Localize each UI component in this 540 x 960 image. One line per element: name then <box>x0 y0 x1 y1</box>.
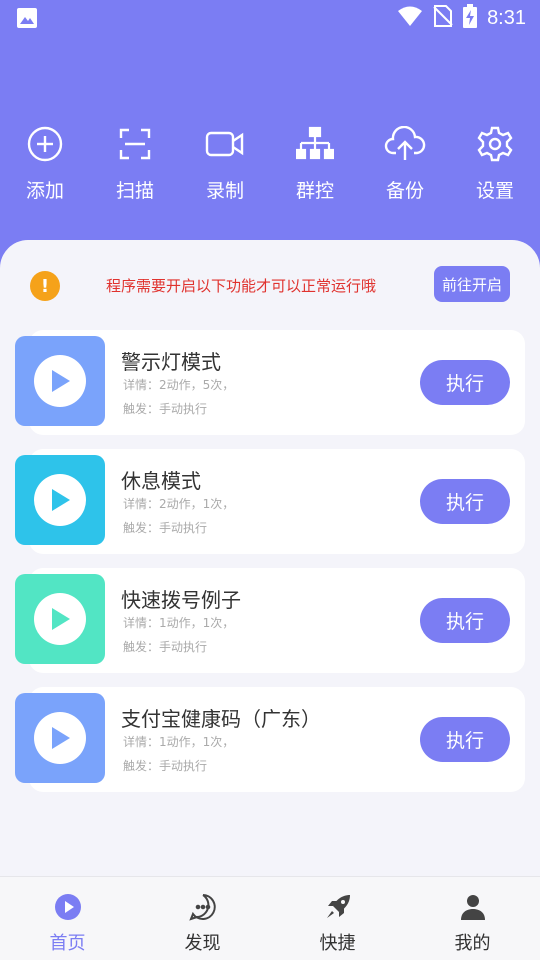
play-icon <box>34 712 86 764</box>
permission-notice: ! 程序需要开启以下功能才可以正常运行哦 前往开启 <box>0 258 540 314</box>
user-icon <box>458 892 488 922</box>
execute-button[interactable]: 执行 <box>420 717 510 762</box>
image-notification-icon <box>16 7 38 29</box>
tool-group-control-button[interactable]: 群控 <box>270 122 360 208</box>
task-detail: 详情：1动作，1次， <box>123 735 235 749</box>
task-trigger: 触发：手动执行 <box>123 640 208 654</box>
no-sim-icon <box>433 4 453 32</box>
task-card[interactable]: 快速拨号例子 详情：1动作，1次， 触发：手动执行 执行 <box>15 568 525 673</box>
status-time: 8:31 <box>487 6 526 29</box>
warning-icon: ! <box>30 271 60 301</box>
execute-button[interactable]: 执行 <box>420 598 510 643</box>
gear-icon <box>473 122 517 166</box>
tool-label: 添加 <box>25 180 64 202</box>
nav-label: 首页 <box>49 933 86 954</box>
tool-add-button[interactable]: 添加 <box>0 122 90 208</box>
task-title: 休息模式 <box>121 469 201 493</box>
task-card[interactable]: 支付宝健康码（广东） 详情：1动作，1次， 触发：手动执行 执行 <box>15 687 525 792</box>
status-bar: 8:31 <box>0 0 540 36</box>
plus-circle-icon <box>23 122 67 166</box>
scan-icon <box>113 122 157 166</box>
tool-label: 备份 <box>385 180 424 202</box>
task-thumbnail[interactable] <box>15 693 105 783</box>
tool-record-button[interactable]: 录制 <box>180 122 270 208</box>
battery-charging-icon <box>463 4 478 32</box>
video-camera-icon <box>203 122 247 166</box>
network-icon <box>293 122 337 166</box>
task-trigger: 触发：手动执行 <box>123 521 208 535</box>
task-title: 支付宝健康码（广东） <box>121 707 321 731</box>
nav-label: 快捷 <box>319 933 356 954</box>
task-thumbnail[interactable] <box>15 336 105 426</box>
task-trigger: 触发：手动执行 <box>123 402 208 416</box>
task-detail: 详情：1动作，1次， <box>123 616 235 630</box>
task-thumbnail[interactable] <box>15 455 105 545</box>
execute-button[interactable]: 执行 <box>420 479 510 524</box>
task-detail: 详情：2动作，1次， <box>123 497 235 511</box>
nav-discover[interactable]: 发现 <box>135 877 270 960</box>
task-trigger: 触发：手动执行 <box>123 759 208 773</box>
tool-settings-button[interactable]: 设置 <box>450 122 540 208</box>
nav-profile[interactable]: 我的 <box>405 877 540 960</box>
toolbar: 添加 扫描 录制 群控 备份 设置 <box>0 122 540 208</box>
task-title: 快速拨号例子 <box>121 588 241 612</box>
tool-label: 设置 <box>475 180 514 202</box>
execute-button[interactable]: 执行 <box>420 360 510 405</box>
play-icon <box>34 355 86 407</box>
main-content: ! 程序需要开启以下功能才可以正常运行哦 前往开启 警示灯模式 详情：2动作，5… <box>0 240 540 876</box>
task-detail: 详情：2动作，5次， <box>123 378 235 392</box>
rocket-icon <box>323 892 353 922</box>
nav-home[interactable]: 首页 <box>0 877 135 960</box>
nav-label: 发现 <box>184 933 221 954</box>
notice-text: 程序需要开启以下功能才可以正常运行哦 <box>106 277 377 295</box>
tool-label: 群控 <box>295 180 334 202</box>
task-title: 警示灯模式 <box>121 350 221 374</box>
nav-label: 我的 <box>454 933 491 954</box>
task-card[interactable]: 休息模式 详情：2动作，1次， 触发：手动执行 执行 <box>15 449 525 554</box>
play-icon <box>34 474 86 526</box>
task-thumbnail[interactable] <box>15 574 105 664</box>
tool-scan-button[interactable]: 扫描 <box>90 122 180 208</box>
bottom-nav: 首页 发现 快捷 我的 <box>0 876 540 960</box>
tool-label: 录制 <box>205 180 244 202</box>
tool-label: 扫描 <box>115 180 154 202</box>
tool-backup-button[interactable]: 备份 <box>360 122 450 208</box>
cloud-upload-icon <box>383 122 427 166</box>
go-enable-button[interactable]: 前往开启 <box>434 266 510 302</box>
wifi-icon <box>397 5 423 31</box>
task-card[interactable]: 警示灯模式 详情：2动作，5次， 触发：手动执行 执行 <box>15 330 525 435</box>
play-icon <box>34 593 86 645</box>
nav-shortcuts[interactable]: 快捷 <box>270 877 405 960</box>
play-circle-icon <box>53 892 83 922</box>
chat-bubble-icon <box>188 892 218 922</box>
